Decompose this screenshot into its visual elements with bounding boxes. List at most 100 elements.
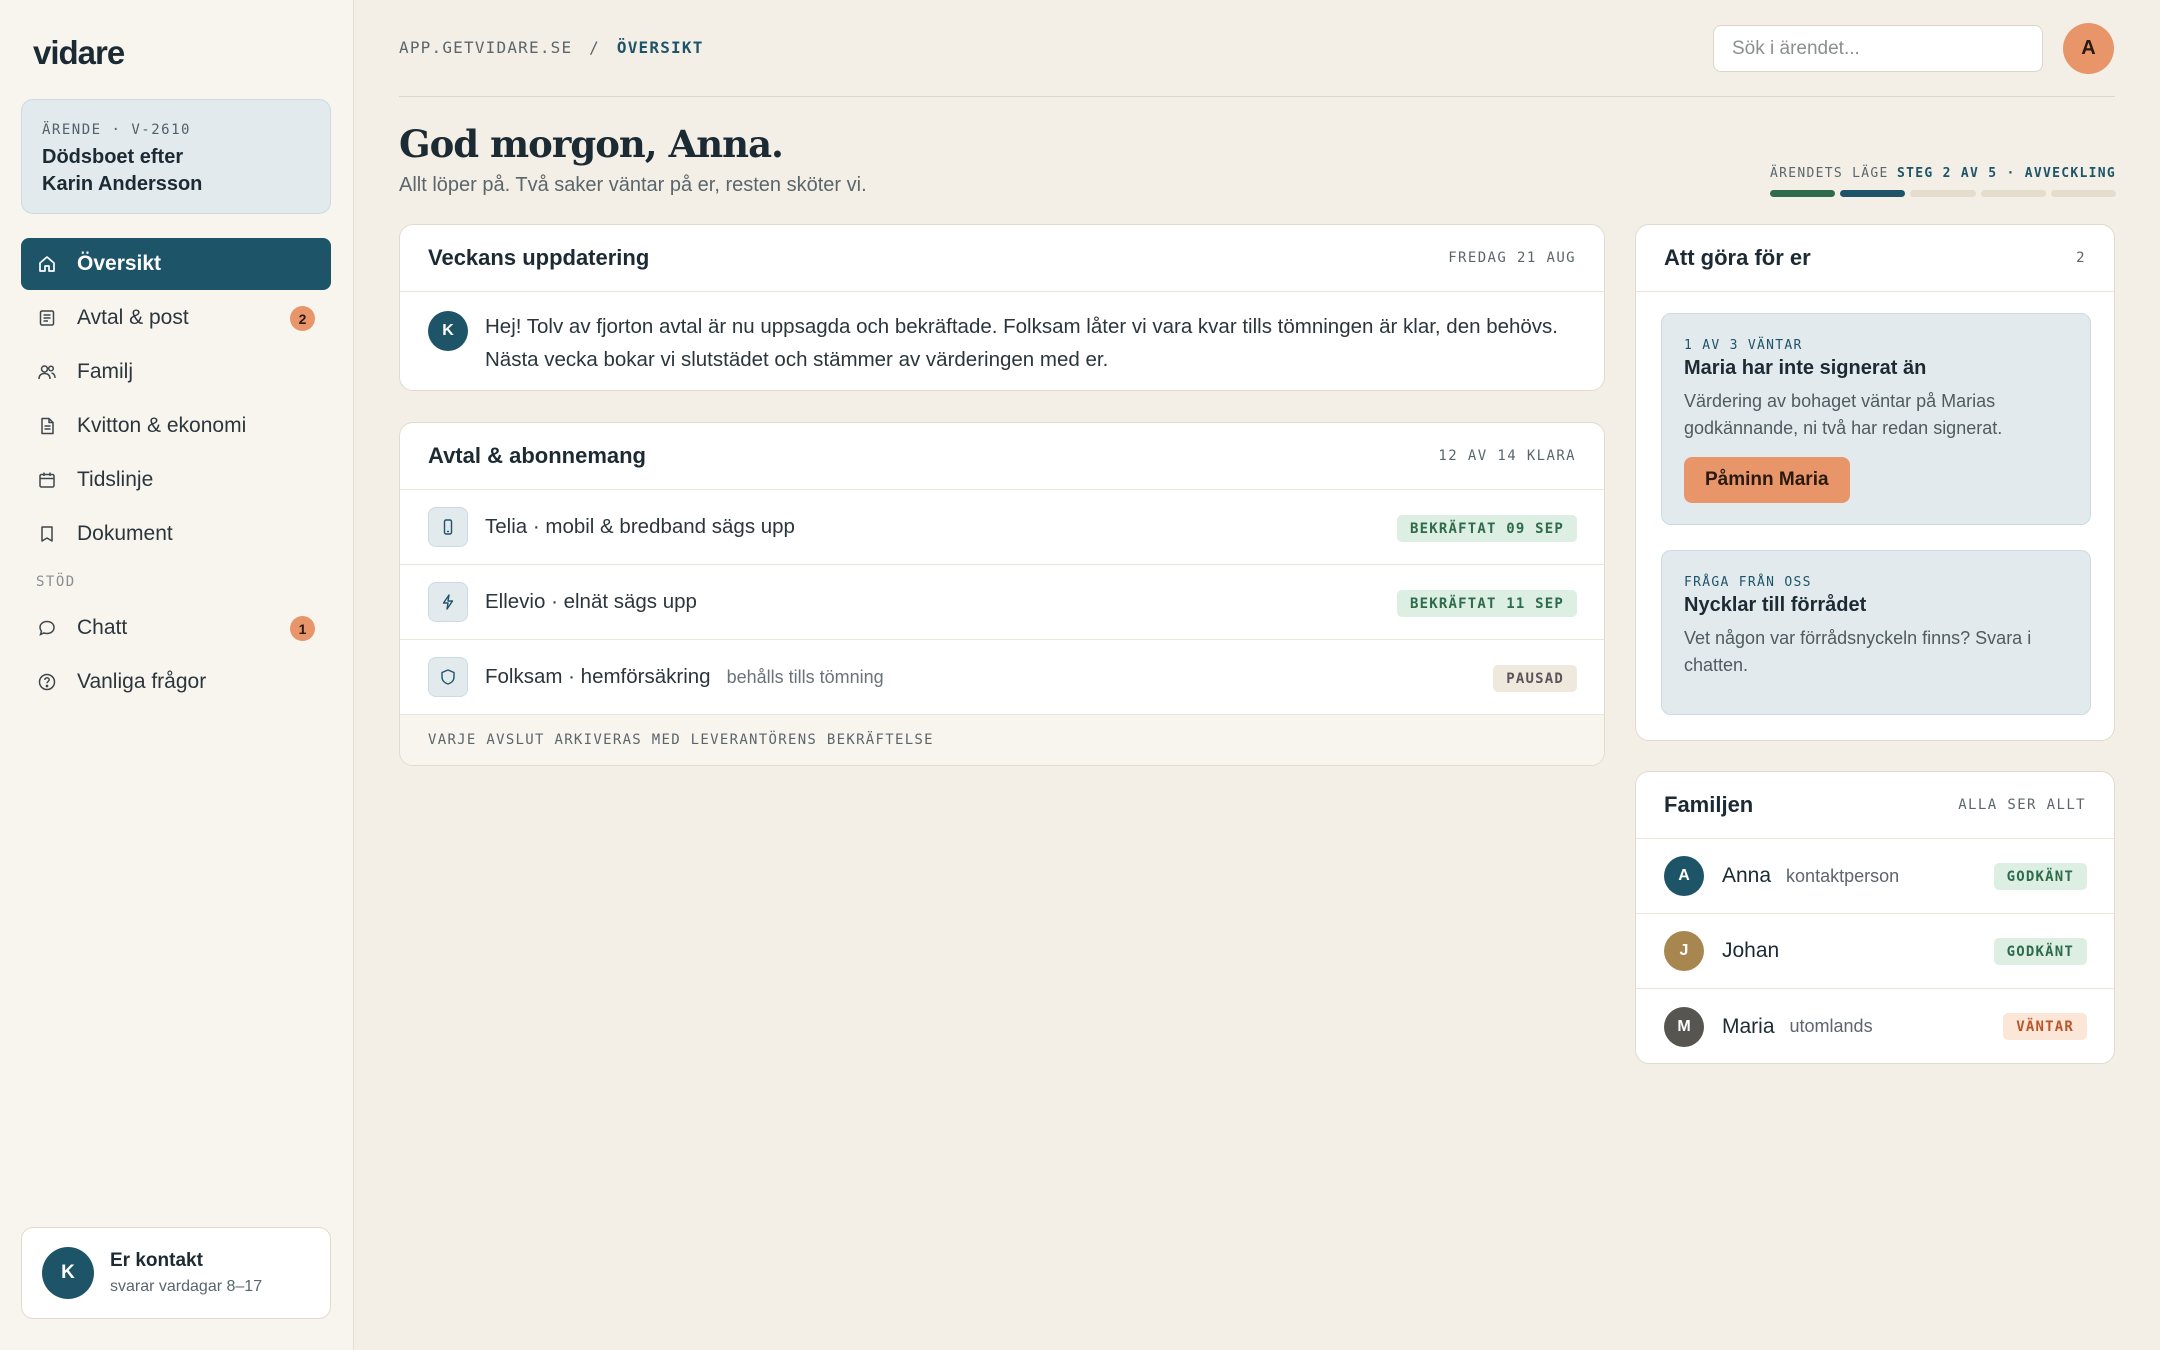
sidebar-item-vanliga-fragor[interactable]: Vanliga frågor	[21, 656, 331, 708]
todo-kicker: 1 AV 3 VÄNTAR	[1684, 338, 1803, 353]
sidebar-item-dokument[interactable]: Dokument	[21, 508, 331, 560]
header-divider	[399, 96, 2115, 97]
sidebar-item-chatt[interactable]: Chatt 1	[21, 602, 331, 654]
avatar: M	[1664, 1006, 1704, 1047]
calendar-icon	[37, 470, 57, 490]
sidebar-item-tidslinje[interactable]: Tidslinje	[21, 454, 331, 506]
shield-icon	[428, 657, 468, 697]
weekly-update-card: Veckans uppdatering FREDAG 21 AUG K Hej!…	[399, 224, 1605, 391]
case-title: Dödsboet efter Karin Andersson	[42, 146, 203, 195]
sidebar-item-label: Avtal & post	[77, 306, 189, 329]
contract-row[interactable]: Telia · mobil & bredband sägs upp BEKRÄF…	[400, 490, 1604, 565]
notification-badge: 2	[290, 306, 315, 331]
family-meta: ALLA SER ALLT	[1958, 797, 2086, 813]
contracts-count: 12 AV 14 KLARA	[1438, 448, 1576, 464]
todo-title: Nycklar till förrådet	[1684, 594, 1867, 616]
contact-avatar: K	[42, 1247, 94, 1299]
sidebar-item-label: Tidslinje	[77, 468, 154, 491]
contact-title: Er kontakt	[110, 1250, 203, 1271]
avatar: A	[1664, 856, 1704, 896]
contact-hours: svarar vardagar 8–17	[110, 1278, 263, 1295]
status-badge: BEKRÄFTAT 09 SEP	[1396, 515, 1577, 542]
sidebar-item-label: Översikt	[77, 252, 162, 275]
sidebar-item-label: Chatt	[77, 616, 128, 639]
sidebar: vidare ÄRENDE · V-2610 Dödsboet efter Ka…	[0, 0, 354, 1350]
update-text: Hej! Tolv av fjorton avtal är nu uppsagd…	[485, 315, 1559, 371]
remind-button[interactable]: Påminn Maria	[1684, 457, 1850, 503]
contract-label: Folksam · hemförsäkring	[485, 665, 711, 688]
breadcrumb-separator: /	[589, 38, 601, 57]
card-title: Familjen	[1664, 792, 1754, 817]
card-title: Att göra för er	[1664, 245, 1811, 270]
progress-bar	[1770, 190, 2117, 197]
status-badge: PAUSAD	[1493, 665, 1577, 692]
brand-logo[interactable]: vidare	[33, 34, 125, 72]
sidebar-item-label: Vanliga frågor	[77, 670, 207, 693]
progress-segment	[1980, 190, 2046, 197]
family-member-row[interactable]: M Maria utomlands VÄNTAR	[1636, 989, 2114, 1063]
member-role: kontaktperson	[1786, 865, 1900, 886]
notification-badge: 1	[290, 616, 315, 641]
search-input[interactable]	[1713, 25, 2043, 72]
family-card: Familjen ALLA SER ALLT A Anna kontaktper…	[1635, 771, 2115, 1064]
receipt-icon	[37, 416, 57, 436]
family-member-row[interactable]: A Anna kontaktperson GODKÄNT	[1636, 839, 2114, 914]
sidebar-item-label: Kvitton & ekonomi	[77, 414, 247, 437]
page-title: God morgon, Anna.	[399, 122, 784, 166]
todo-item[interactable]: FRÅGA FRÅN OSS Nycklar till förrådet Vet…	[1661, 550, 2091, 715]
member-role: utomlands	[1789, 1016, 1873, 1036]
breadcrumb: APP.GETVIDARE.SE / ÖVERSIKT	[399, 38, 704, 57]
progress-segment	[1910, 190, 1976, 197]
sidebar-item-familj[interactable]: Familj	[21, 346, 331, 398]
todo-title: Maria har inte signerat än	[1684, 357, 1927, 379]
status-badge: GODKÄNT	[1993, 938, 2087, 965]
nav-section-stod: STÖD	[36, 574, 76, 590]
contract-row[interactable]: Folksam · hemförsäkring behålls tills tö…	[400, 640, 1604, 715]
breadcrumb-current: ÖVERSIKT	[616, 38, 704, 57]
sidebar-item-oversikt[interactable]: Översikt	[21, 238, 331, 290]
status-badge: BEKRÄFTAT 11 SEP	[1396, 590, 1577, 617]
contract-label: Telia · mobil & bredband sägs upp	[485, 515, 795, 538]
member-name: Anna	[1722, 864, 1772, 887]
family-member-row[interactable]: J Johan GODKÄNT	[1636, 914, 2114, 989]
todo-count: 2	[2076, 250, 2086, 266]
card-title: Avtal & abonnemang	[428, 443, 646, 468]
help-icon	[37, 672, 57, 692]
case-kicker: ÄRENDE · V-2610	[42, 122, 191, 138]
member-name: Johan	[1722, 939, 1780, 962]
todo-text: Värdering av bohaget väntar på Marias go…	[1684, 391, 2003, 438]
contract-label: Ellevio · elnät sägs upp	[485, 590, 697, 613]
sidebar-item-kvitton[interactable]: Kvitton & ekonomi	[21, 400, 331, 452]
progress-segment	[1840, 190, 1906, 197]
contracts-footer: VARJE AVSLUT ARKIVERAS MED LEVERANTÖRENS…	[400, 715, 1604, 765]
todo-item: 1 AV 3 VÄNTAR Maria har inte signerat än…	[1661, 313, 2091, 525]
todo-card: Att göra för er 2 1 AV 3 VÄNTAR Maria ha…	[1635, 224, 2115, 741]
card-title: Veckans uppdatering	[428, 245, 650, 270]
progress-label: ÄRENDETS LÄGE	[1770, 166, 1889, 181]
sidebar-item-label: Familj	[77, 360, 133, 383]
people-icon	[37, 362, 57, 382]
contact-card[interactable]: K Er kontakt svarar vardagar 8–17	[21, 1227, 331, 1319]
contracts-card: Avtal & abonnemang 12 AV 14 KLARA Telia …	[399, 422, 1605, 766]
breadcrumb-root[interactable]: APP.GETVIDARE.SE	[399, 38, 572, 57]
todo-kicker: FRÅGA FRÅN OSS	[1684, 575, 1812, 590]
user-avatar[interactable]: A	[2063, 23, 2114, 74]
sidebar-nav: Översikt Avtal & post 2 Familj Kvitton &…	[21, 238, 331, 710]
avatar: J	[1664, 931, 1704, 971]
case-card[interactable]: ÄRENDE · V-2610 Dödsboet efter Karin And…	[21, 99, 331, 214]
phone-icon	[428, 507, 468, 547]
author-avatar: K	[428, 311, 468, 351]
chat-icon	[37, 618, 57, 638]
status-badge: VÄNTAR	[2003, 1013, 2087, 1040]
progress-segment	[2050, 190, 2117, 197]
case-progress: ÄRENDETS LÄGE STEG 2 AV 5 · AVVECKLING	[1770, 166, 2117, 197]
update-date: FREDAG 21 AUG	[1448, 250, 1576, 266]
document-list-icon	[37, 308, 57, 328]
progress-step: STEG 2 AV 5 · AVVECKLING	[1896, 166, 2116, 181]
contract-note: behålls tills tömning	[726, 666, 884, 687]
home-icon	[37, 254, 57, 274]
status-badge: GODKÄNT	[1993, 863, 2087, 890]
contract-row[interactable]: Ellevio · elnät sägs upp BEKRÄFTAT 11 SE…	[400, 565, 1604, 640]
page-subtitle: Allt löper på. Två saker väntar på er, r…	[399, 174, 867, 196]
sidebar-item-avtal-post[interactable]: Avtal & post 2	[21, 292, 331, 344]
